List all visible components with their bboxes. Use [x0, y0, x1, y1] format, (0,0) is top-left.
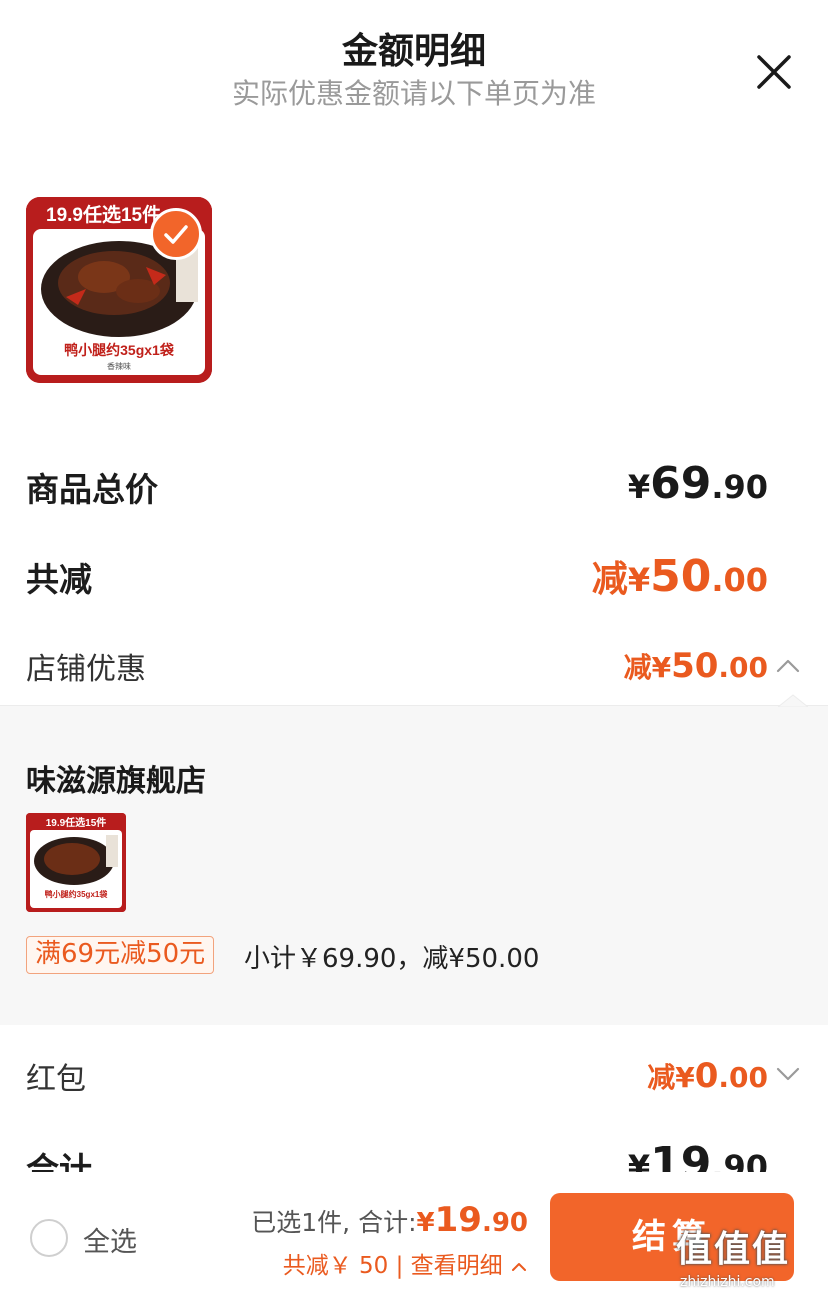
chevron-up-icon[interactable] [774, 652, 802, 680]
discount-value: 减¥50.00 [591, 551, 768, 602]
view-details-link[interactable]: 共减￥ 50 | 查看明细 [283, 1246, 528, 1280]
dialog-header: 金额明细 实际优惠金额请以下单页为准 [0, 0, 828, 130]
red-packet-row[interactable]: 红包 减¥0.00 [26, 1050, 802, 1100]
store-product-banner: 19.9任选15件 [46, 816, 107, 829]
red-packet-label: 红包 [26, 1062, 86, 1097]
total-price-value: ¥69.90 [627, 458, 768, 509]
selected-summary: 已选1件, 合计:¥19.90 [251, 1200, 528, 1240]
promo-tag: 满69元减50元 [26, 936, 215, 974]
store-name: 味滋源旗舰店 [26, 764, 206, 799]
selected-check-icon[interactable] [150, 208, 202, 260]
store-discount-panel: 味滋源旗舰店 19.9任选15件 鸭小腿约35gx1袋 满69元减50元 小计￥… [0, 694, 828, 1025]
product-name-text: 鸭小腿约35gx1袋 [64, 342, 175, 358]
store-product-thumbnail[interactable]: 19.9任选15件 鸭小腿约35gx1袋 [26, 813, 126, 912]
chevron-up-small-icon [512, 1262, 526, 1271]
store-discount-row[interactable]: 店铺优惠 减¥50.00 [26, 640, 802, 690]
panel-pointer [778, 694, 808, 707]
watermark-glyphs: 值值值 [676, 1229, 791, 1270]
discount-row: 共减 减¥50.00 [26, 548, 802, 608]
store-discount-value: 减¥50.00 [623, 646, 768, 686]
total-price-row: 商品总价 ¥69.90 [26, 458, 802, 518]
store-discount-label: 店铺优惠 [26, 652, 146, 687]
red-packet-value: 减¥0.00 [647, 1056, 768, 1096]
select-all-label[interactable]: 全选 [83, 1220, 137, 1259]
dialog-title: 金额明细 [341, 31, 486, 72]
store-product-image: 19.9任选15件 鸭小腿约35gx1袋 [26, 813, 126, 912]
select-all-radio[interactable] [30, 1219, 68, 1257]
store-subtotal: 小计￥69.90，减¥50.00 [244, 944, 540, 974]
watermark-url: zhizhizhi.com [680, 1274, 775, 1290]
close-icon[interactable] [754, 52, 794, 92]
store-product-name: 鸭小腿约35gx1袋 [45, 889, 109, 899]
product-flavor-text: 香辣味 [107, 361, 131, 371]
discount-label: 共减 [26, 560, 92, 599]
product-banner-text: 19.9任选15件 [46, 203, 161, 226]
dialog-subtitle: 实际优惠金额请以下单页为准 [231, 77, 596, 110]
chevron-down-icon[interactable] [774, 1060, 802, 1088]
total-price-label: 商品总价 [26, 470, 158, 509]
watermark-logo: 值值值 zhizhizhi.com [676, 1220, 822, 1304]
